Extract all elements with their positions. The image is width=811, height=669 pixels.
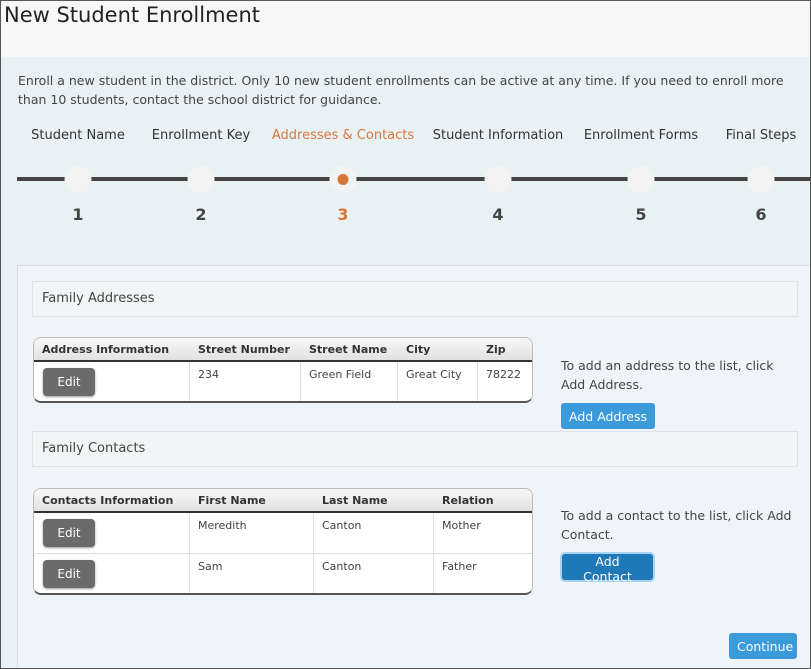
step-dot-4[interactable]: [484, 166, 512, 193]
step-dot-6[interactable]: [747, 166, 775, 193]
step-dot-5[interactable]: [627, 166, 655, 193]
table-row: Edit Meredith Canton Mother: [34, 513, 532, 554]
add-contact-button[interactable]: Add Contact: [562, 554, 653, 584]
first-name-cell: Meredith: [198, 519, 247, 532]
edit-contact-button[interactable]: Edit: [43, 560, 95, 588]
step-label-enrollment-key[interactable]: Enrollment Key: [152, 128, 250, 143]
col-relation: Relation: [442, 494, 494, 507]
relation-cell: Mother: [442, 519, 481, 532]
step-label-student-information[interactable]: Student Information: [433, 128, 564, 143]
current-step-marker: [337, 174, 349, 185]
step-number-2: 2: [195, 205, 207, 224]
page-header: New Student Enrollment: [1, 1, 810, 57]
addresses-table-header: Address Information Street Number Street…: [34, 338, 532, 362]
step-label-student-name[interactable]: Student Name: [31, 128, 125, 143]
col-zip: Zip: [486, 343, 506, 356]
family-addresses-header: Family Addresses: [32, 281, 798, 317]
contacts-table: Contacts Information First Name Last Nam…: [33, 488, 533, 595]
add-address-hint: To add an address to the list, click Add…: [561, 358, 774, 392]
last-name-cell: Canton: [322, 560, 362, 573]
enrollment-window: New Student Enrollment Enroll a new stud…: [0, 0, 811, 669]
step-dot-2[interactable]: [187, 166, 215, 193]
table-row: Edit 234 Green Field Great City 78222: [34, 362, 532, 401]
street-name-cell: Green Field: [309, 368, 372, 381]
contacts-table-header: Contacts Information First Name Last Nam…: [34, 489, 532, 513]
family-contacts-header: Family Contacts: [32, 431, 798, 467]
last-name-cell: Canton: [322, 519, 362, 532]
addresses-table: Address Information Street Number Street…: [33, 337, 533, 403]
col-street-name: Street Name: [309, 343, 388, 356]
step-dot-1[interactable]: [64, 166, 92, 193]
step-number-4: 4: [492, 205, 504, 224]
col-city: City: [406, 343, 431, 356]
step-label-final-steps[interactable]: Final Steps: [726, 128, 796, 143]
street-number-cell: 234: [198, 368, 219, 381]
add-address-button[interactable]: Add Address: [561, 403, 655, 429]
edit-contact-button[interactable]: Edit: [43, 519, 95, 547]
relation-cell: Father: [442, 560, 477, 573]
col-contacts-information: Contacts Information: [42, 494, 174, 507]
step-label-addresses-contacts[interactable]: Addresses & Contacts: [272, 128, 414, 143]
continue-button[interactable]: Continue: [729, 633, 797, 659]
city-cell: Great City: [406, 368, 462, 381]
first-name-cell: Sam: [198, 560, 223, 573]
page-title: New Student Enrollment: [4, 3, 261, 27]
step-number-6: 6: [755, 205, 767, 224]
step-number-1: 1: [72, 205, 84, 224]
content-panel: [17, 265, 810, 668]
intro-text: Enroll a new student in the district. On…: [18, 73, 784, 107]
stepper-track: [17, 177, 810, 181]
step-number-5: 5: [635, 205, 647, 224]
col-first-name: First Name: [198, 494, 266, 507]
zip-cell: 78222: [486, 368, 521, 381]
col-last-name: Last Name: [322, 494, 388, 507]
col-street-number: Street Number: [198, 343, 290, 356]
step-number-3: 3: [337, 205, 349, 224]
col-address-information: Address Information: [42, 343, 170, 356]
edit-address-button[interactable]: Edit: [43, 368, 95, 396]
step-dot-3-current[interactable]: [329, 166, 357, 193]
add-contact-hint: To add a contact to the list, click Add …: [561, 508, 792, 542]
step-label-enrollment-forms[interactable]: Enrollment Forms: [584, 128, 698, 143]
table-row: Edit Sam Canton Father: [34, 554, 532, 593]
